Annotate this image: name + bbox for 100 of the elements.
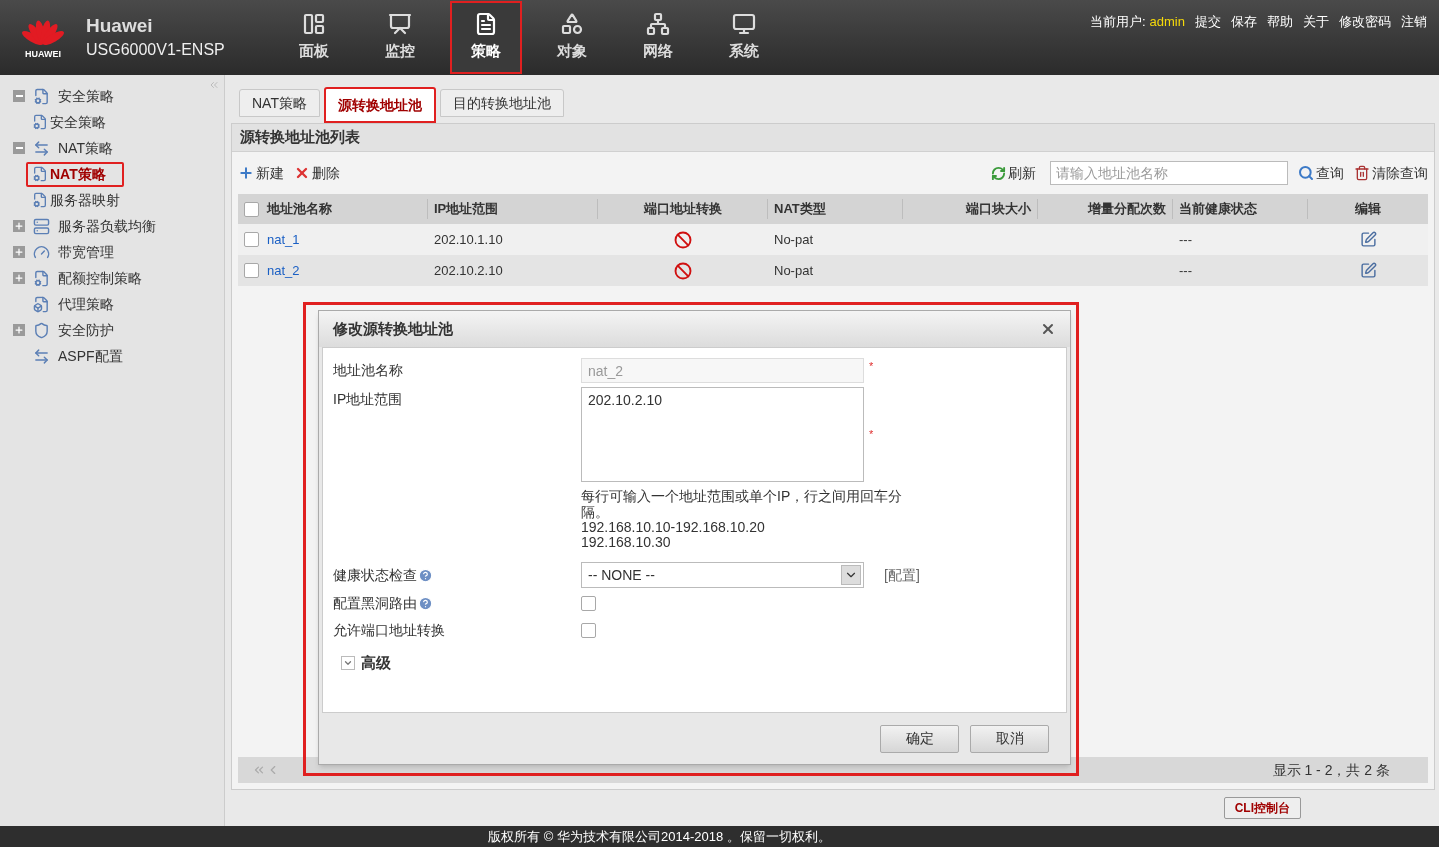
expand-toggle[interactable] — [13, 324, 25, 336]
checkbox[interactable] — [244, 201, 259, 217]
page-status: 显示 1 - 2，共 2 条 — [1272, 760, 1390, 780]
tree-item[interactable]: 安全防护 — [58, 319, 114, 341]
column-header: 地址池名称 — [267, 200, 332, 219]
column-header: IP地址范围 — [434, 200, 499, 219]
tree-item[interactable]: 服务器映射 — [50, 189, 120, 211]
table-cell: 202.10.1.10 — [434, 231, 503, 247]
header-link[interactable]: 保存 — [1231, 12, 1257, 32]
tree-icon — [33, 347, 50, 365]
nav-tab[interactable]: 策略 — [450, 1, 522, 74]
header-link[interactable]: 关于 — [1303, 12, 1329, 32]
delete-icon — [294, 165, 310, 181]
collapse-icon — [208, 79, 220, 91]
delete-button[interactable]: 删除 — [294, 162, 340, 184]
copyright-text: 版权所有 © 华为技术有限公司2014-2018 。保留一切权利。 — [488, 827, 831, 846]
expand-toggle[interactable] — [13, 246, 25, 258]
checkbox[interactable] — [581, 623, 596, 638]
checkbox[interactable] — [581, 596, 596, 611]
config-link[interactable]: [配置] — [884, 564, 920, 586]
column-header: 增量分配次数 — [1088, 200, 1166, 219]
tree-icon — [33, 87, 50, 105]
tree-item[interactable]: 安全策略 — [50, 111, 106, 133]
header-link[interactable]: 帮助 — [1267, 12, 1293, 32]
nav-icon — [646, 12, 670, 37]
pool-name-link[interactable]: nat_1 — [267, 229, 300, 250]
refresh-button[interactable]: 刷新 — [991, 162, 1036, 184]
advanced-toggle[interactable]: 高级 — [341, 652, 391, 675]
cli-console-button[interactable]: CLI控制台 — [1223, 797, 1301, 819]
table-cell: --- — [1179, 231, 1192, 247]
nav-icon — [474, 12, 498, 37]
edit-icon — [1359, 262, 1377, 279]
column-header: 端口块大小 — [966, 200, 1031, 219]
health-check-select[interactable]: -- NONE -- — [581, 562, 864, 588]
checkbox[interactable] — [244, 263, 259, 278]
close-icon — [1040, 321, 1056, 337]
tree-icon — [33, 217, 50, 235]
column-header: 编辑 — [1355, 200, 1381, 219]
query-button[interactable]: 查询 — [1298, 162, 1344, 184]
clear-query-button[interactable]: 清除查询 — [1354, 162, 1428, 184]
nav-icon — [560, 12, 584, 37]
required-mark: * — [869, 427, 874, 443]
required-mark: * — [869, 359, 874, 374]
nav-tab[interactable]: 网络 — [622, 0, 694, 75]
collapse-toggle[interactable] — [13, 142, 25, 154]
collapse-toggle[interactable] — [13, 90, 25, 102]
header-link[interactable]: 注销 — [1401, 12, 1427, 32]
checkbox[interactable] — [244, 232, 259, 247]
dialog-title: 修改源转换地址池 — [333, 318, 453, 339]
table-cell: No-pat — [774, 262, 814, 278]
table-cell: No-pat — [774, 231, 814, 247]
hint-text: 每行可输入一个地址范围或单个IP，行之间用回车分隔。 — [581, 488, 904, 520]
column-header: 当前健康状态 — [1179, 200, 1257, 219]
tree-icon — [32, 114, 48, 130]
nav-tab[interactable]: 监控 — [364, 0, 436, 75]
tree-item[interactable]: ASPF配置 — [58, 345, 123, 367]
field-label: IP地址范围 — [333, 390, 404, 409]
tree-item[interactable]: 服务器负载均衡 — [58, 215, 156, 237]
user-label: 当前用户: admin — [1089, 13, 1185, 31]
nav-icon — [732, 12, 756, 37]
table-row[interactable]: nat_2 202.10.2.10 No-pat --- — [238, 255, 1428, 286]
tab[interactable]: 目的转换地址池 — [439, 89, 564, 117]
field-label: 允许端口地址转换 — [333, 621, 446, 640]
nav-icon — [302, 12, 326, 37]
new-button[interactable]: 新建 — [238, 162, 284, 184]
nav-tab[interactable]: 系统 — [708, 0, 780, 75]
header-link[interactable]: 提交 — [1195, 12, 1221, 32]
tree-item[interactable]: NAT策略 — [58, 137, 113, 159]
help-icon — [418, 596, 433, 611]
tab[interactable]: 源转换地址池 — [323, 87, 436, 123]
field-label: 地址池名称 — [333, 361, 404, 380]
tree-item[interactable]: 代理策略 — [58, 293, 114, 315]
panel-title: 源转换地址池列表 — [232, 124, 1434, 152]
tree-icon — [32, 192, 48, 208]
search-icon — [1298, 165, 1314, 181]
field-label: 配置黑洞路由 — [333, 594, 417, 613]
search-field[interactable]: 请输入地址池名称 — [1050, 161, 1288, 185]
device-model: USG6000V1-ENSP — [86, 39, 226, 60]
refresh-icon — [991, 165, 1006, 181]
tab[interactable]: NAT策略 — [239, 89, 320, 117]
example-text: 192.168.10.10-192.168.10.20 — [581, 520, 766, 535]
header-link[interactable]: 修改密码 — [1339, 12, 1391, 32]
tree-item[interactable]: 配额控制策略 — [58, 267, 142, 289]
expand-toggle[interactable] — [13, 272, 25, 284]
nav-icon — [388, 12, 412, 37]
tree-icon — [33, 269, 50, 287]
pool-name-link[interactable]: nat_2 — [267, 260, 300, 281]
first-page-icon — [252, 763, 266, 777]
tree-icon — [33, 139, 50, 157]
plus-icon — [238, 165, 254, 181]
help-icon — [418, 567, 433, 583]
dialog-button[interactable]: 取消 — [970, 724, 1049, 753]
nav-tab[interactable]: 面板 — [278, 0, 350, 75]
tree-icon — [33, 295, 50, 313]
nav-tab[interactable]: 对象 — [536, 0, 608, 75]
tree-item[interactable]: 安全策略 — [58, 85, 114, 107]
tree-item[interactable]: 带宽管理 — [58, 241, 114, 263]
ip-range-field[interactable]: 202.10.2.10 — [581, 387, 864, 482]
dialog-button[interactable]: 确定 — [880, 724, 959, 753]
expand-toggle[interactable] — [13, 220, 25, 232]
